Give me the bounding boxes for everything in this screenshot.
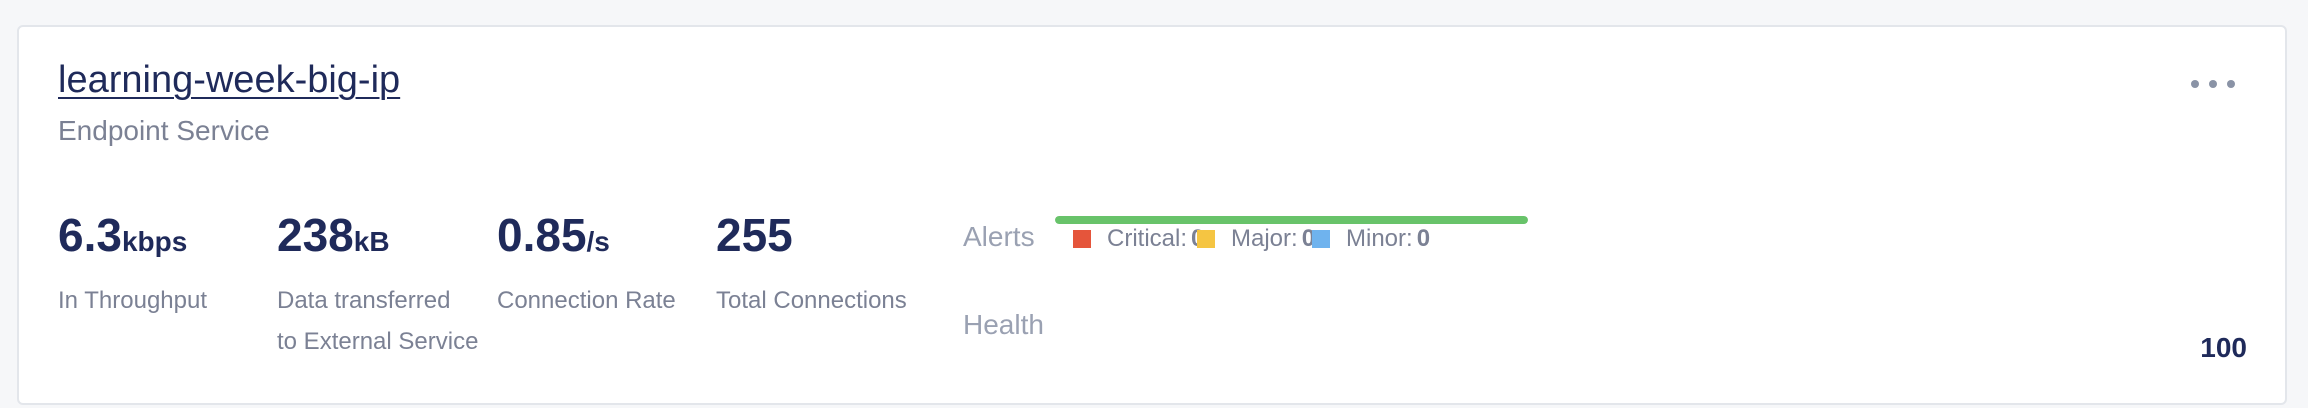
menu-dot (2209, 80, 2217, 88)
alert-name: Major (1231, 225, 1292, 252)
major-color-swatch (1197, 230, 1215, 248)
alert-separator: : (1180, 225, 1188, 252)
metric-label-line: In Throughput (58, 287, 208, 314)
alert-name: Minor (1346, 225, 1407, 252)
metric-label-line: Total Connections (716, 287, 907, 314)
metric-label-line: Data transferred (277, 287, 451, 314)
metric-in-throughput: 6.3kbps In Throughput (58, 212, 207, 321)
service-title-link[interactable]: learning-week-big-ip (58, 59, 400, 102)
health-progress-bar (1055, 216, 1528, 224)
alert-name: Critical (1107, 225, 1181, 252)
metric-label-line: to External Service (277, 328, 479, 355)
metric-data-transferred: 238kB Data transferred to External Servic… (277, 212, 478, 362)
metric-number: 238 (277, 209, 354, 261)
metric-label: Data transferred to External Service (277, 280, 478, 362)
alert-major[interactable]: Major: 0 (1197, 225, 1315, 253)
metric-number: 0.85 (497, 209, 587, 261)
metric-unit: /s (586, 226, 610, 257)
menu-dot (2191, 80, 2199, 88)
metric-value: 6.3kbps (58, 212, 207, 258)
metric-label: Connection Rate (497, 280, 676, 321)
metric-label: Total Connections (716, 280, 907, 321)
metric-number: 6.3 (58, 209, 122, 261)
alert-minor[interactable]: Minor: 0 (1312, 225, 1430, 253)
alerts-label: Alerts (963, 221, 1035, 252)
metric-label: In Throughput (58, 280, 207, 321)
health-progress-fill (1055, 216, 1528, 224)
metric-value: 255 (716, 212, 907, 258)
metric-value: 0.85/s (497, 212, 676, 258)
minor-color-swatch (1312, 230, 1330, 248)
alert-critical[interactable]: Critical: 0 (1073, 225, 1204, 253)
metric-connection-rate: 0.85/s Connection Rate (497, 212, 676, 321)
metric-unit: kbps (121, 226, 188, 257)
service-subtitle: Endpoint Service (58, 115, 270, 146)
metric-number: 255 (716, 209, 793, 261)
menu-dot (2227, 80, 2235, 88)
metric-unit: kB (353, 226, 390, 257)
health-label: Health (963, 309, 1044, 340)
metric-label-line: Connection Rate (497, 287, 676, 314)
alert-separator: : (1291, 225, 1298, 252)
alert-separator: : (1406, 225, 1413, 252)
more-options-icon[interactable] (2191, 69, 2235, 99)
alert-count: 0 (1416, 225, 1431, 252)
health-score: 100 (2200, 332, 2247, 363)
endpoint-service-card: learning-week-big-ip Endpoint Service 6.… (17, 25, 2287, 405)
metric-total-connections: 255 Total Connections (716, 212, 907, 321)
critical-color-swatch (1073, 230, 1091, 248)
metric-value: 238kB (277, 212, 478, 258)
